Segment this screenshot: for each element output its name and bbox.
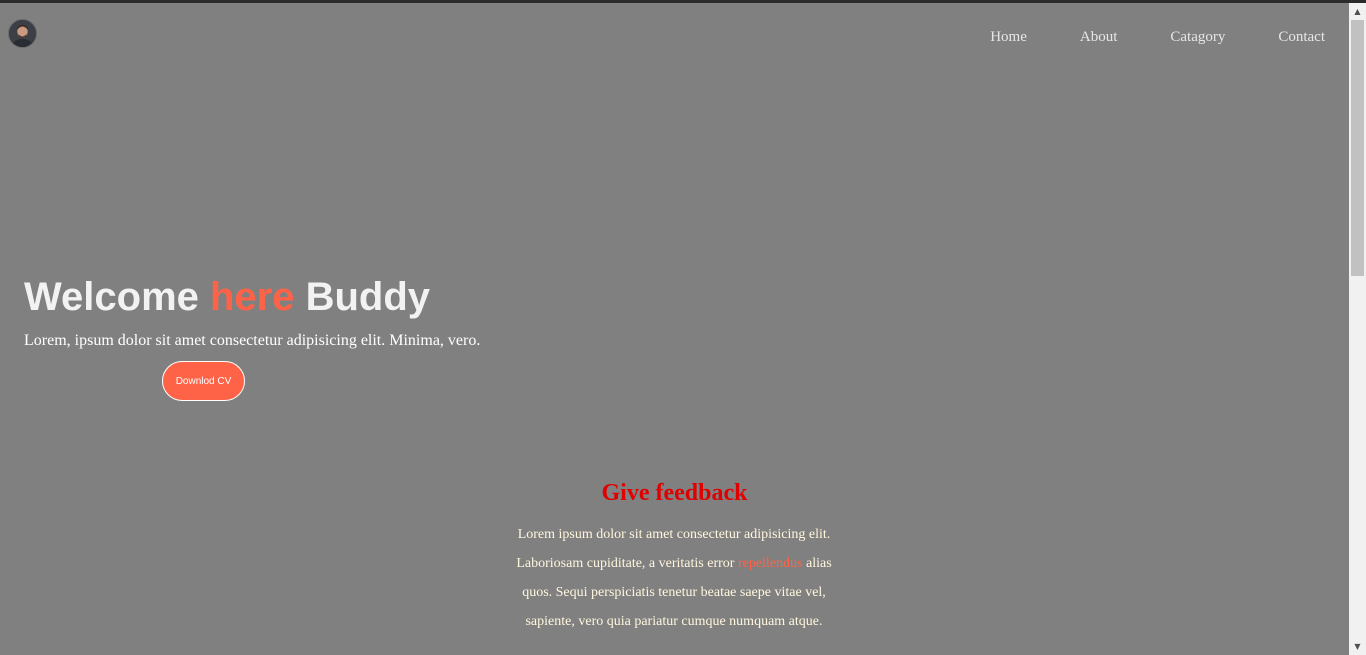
hero-title: Welcome here Buddy bbox=[24, 273, 430, 321]
avatar[interactable] bbox=[8, 19, 37, 48]
hero-title-accent: here bbox=[210, 275, 295, 319]
hero-title-part1: Welcome bbox=[24, 275, 210, 319]
nav-item-about[interactable]: About bbox=[1080, 27, 1118, 47]
avatar-image bbox=[9, 20, 36, 47]
scrollbar-thumb[interactable] bbox=[1351, 20, 1364, 276]
feedback-text: Lorem ipsum dolor sit amet consectetur a… bbox=[505, 520, 843, 636]
page-background: Home About Catagory Contact Welcome here… bbox=[0, 3, 1349, 655]
hero-subtitle: Lorem, ipsum dolor sit amet consectetur … bbox=[24, 332, 481, 349]
scroll-up-arrow-icon[interactable]: ▲ bbox=[1349, 3, 1366, 20]
main-nav: Home About Catagory Contact bbox=[937, 27, 1325, 47]
nav-item-contact[interactable]: Contact bbox=[1278, 27, 1325, 47]
scroll-down-arrow-icon[interactable]: ▼ bbox=[1349, 638, 1366, 655]
nav-item-catagory[interactable]: Catagory bbox=[1170, 27, 1225, 47]
nav-item-home[interactable]: Home bbox=[990, 27, 1027, 47]
vertical-scrollbar[interactable]: ▲ ▼ bbox=[1349, 3, 1366, 655]
feedback-title: Give feedback bbox=[601, 480, 748, 506]
feedback-text-highlight: repellendus bbox=[737, 556, 803, 571]
download-cv-button[interactable]: Downlod CV bbox=[162, 361, 245, 401]
hero-title-part2: Buddy bbox=[294, 275, 431, 319]
